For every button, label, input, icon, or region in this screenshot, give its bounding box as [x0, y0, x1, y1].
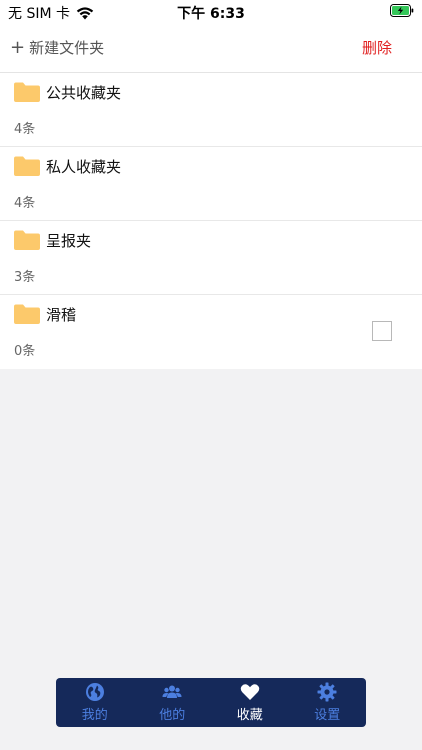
status-bar: 无 SIM 卡 下午 6:33 — [0, 0, 422, 24]
tab-label: 他的 — [159, 708, 186, 723]
status-time: 下午 6:33 — [177, 6, 245, 22]
tab-bar: 我的 他的 收藏 设置 — [56, 678, 366, 727]
folder-icon — [14, 156, 40, 176]
folder-name: 私人收藏夹 — [46, 158, 122, 176]
delete-button[interactable]: 删除 — [362, 37, 392, 58]
folder-row[interactable]: 私人收藏夹 4条 — [0, 147, 422, 221]
tab-favorites[interactable]: 收藏 — [211, 678, 289, 727]
new-folder-button[interactable]: + 新建文件夹 — [10, 37, 104, 58]
new-folder-label: 新建文件夹 — [29, 39, 105, 57]
globe-icon — [85, 683, 104, 701]
folder-name: 呈报夹 — [46, 232, 92, 250]
tab-label: 我的 — [81, 708, 108, 723]
tab-label: 收藏 — [236, 708, 263, 723]
gear-icon — [317, 682, 337, 702]
folder-icon — [14, 82, 40, 102]
folder-row[interactable]: 公共收藏夹 4条 — [0, 73, 422, 147]
tab-mine[interactable]: 我的 — [56, 678, 134, 727]
folder-row[interactable]: 呈报夹 3条 — [0, 221, 422, 295]
folder-count: 4条 — [14, 122, 36, 137]
navbar: + 新建文件夹 删除 — [0, 24, 422, 73]
users-icon — [162, 685, 182, 698]
folder-name: 公共收藏夹 — [46, 84, 122, 102]
folder-count: 4条 — [14, 196, 36, 211]
folder-list: 公共收藏夹 4条 私人收藏夹 4条 呈报夹 3条 滑稽 0条 — [0, 73, 422, 369]
folder-icon — [14, 230, 40, 250]
tab-settings[interactable]: 设置 — [289, 678, 367, 727]
folder-name: 滑稽 — [46, 306, 77, 324]
select-checkbox[interactable] — [372, 321, 392, 341]
heart-icon — [240, 684, 259, 700]
folder-icon — [14, 304, 40, 324]
tab-label: 设置 — [314, 708, 341, 723]
folder-count: 3条 — [14, 270, 36, 285]
plus-icon: + — [10, 36, 26, 58]
battery-charging-icon — [390, 4, 414, 17]
folder-row[interactable]: 滑稽 0条 — [0, 295, 422, 369]
folder-count: 0条 — [14, 344, 36, 359]
tab-others[interactable]: 他的 — [134, 678, 212, 727]
